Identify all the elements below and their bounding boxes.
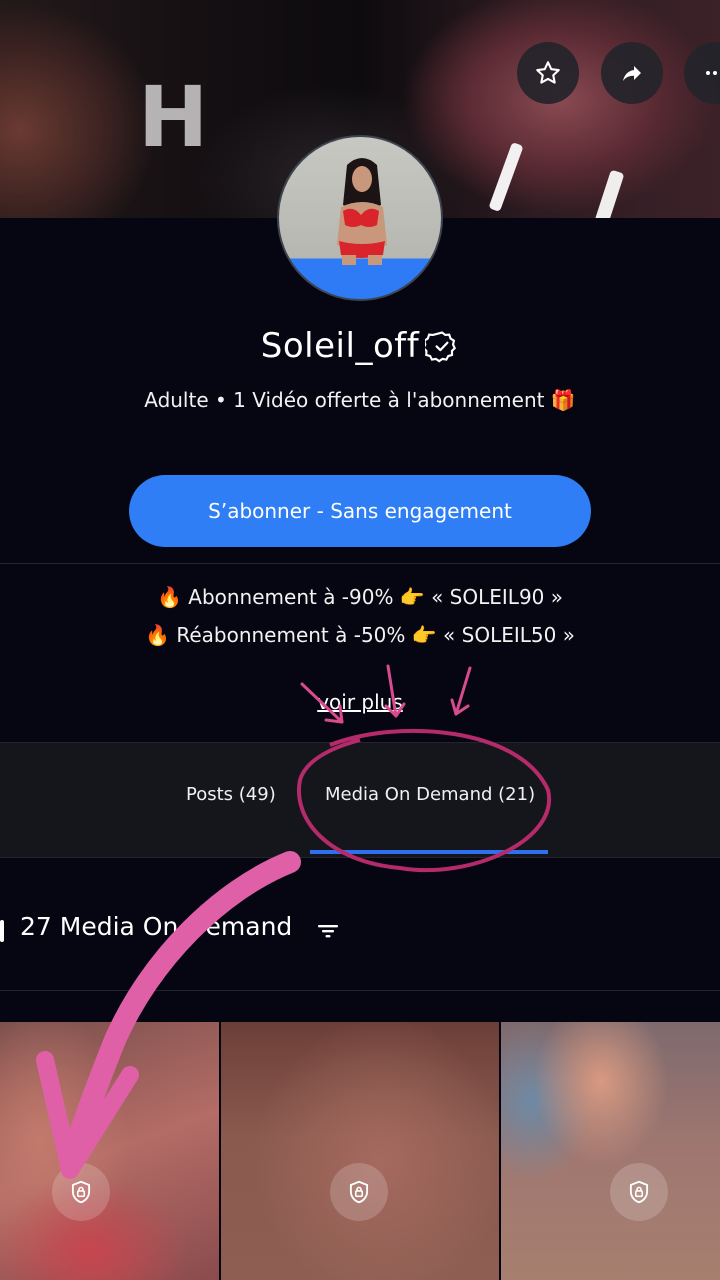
media-thumbnail[interactable]: [501, 1022, 720, 1280]
more-dots-icon: [706, 71, 717, 75]
banner-cigarettes: [489, 143, 624, 218]
media-thumbnail[interactable]: [221, 1022, 499, 1280]
promo-line-1: 🔥 Abonnement à -90% 👉 « SOLEIL90 »: [157, 585, 563, 609]
favorite-button[interactable]: [517, 42, 579, 104]
lock-button: [52, 1163, 110, 1221]
filter-icon[interactable]: [316, 920, 340, 942]
avatar-figure: [337, 158, 387, 265]
lock-button: [330, 1163, 388, 1221]
profile-name: Soleil_off: [260, 326, 420, 366]
lock-shield-icon: [629, 1180, 649, 1204]
media-header-icon: [0, 920, 4, 942]
banner-letter: H: [138, 68, 209, 166]
active-tab-indicator: [310, 850, 548, 854]
tab-posts[interactable]: Posts (49): [186, 784, 276, 805]
profile-avatar[interactable]: [277, 135, 443, 301]
star-icon: [536, 61, 560, 84]
share-arrow-icon: [623, 66, 641, 81]
tab-media-on-demand[interactable]: Media On Demand (21): [325, 784, 535, 805]
subscribe-button[interactable]: S’abonner - Sans engagement: [129, 475, 591, 547]
lock-button: [610, 1163, 668, 1221]
media-thumbnail[interactable]: [0, 1022, 219, 1280]
lock-shield-icon: [349, 1180, 369, 1204]
profile-subtitle: Adulte • 1 Vidéo offerte à l'abonnement …: [144, 388, 576, 412]
divider: [0, 990, 720, 991]
profile-name-row: Soleil_off: [0, 318, 720, 374]
voir-plus-link[interactable]: voir plus: [0, 690, 720, 714]
share-button[interactable]: [601, 42, 663, 104]
promo-line-2: 🔥 Réabonnement à -50% 👉 « SOLEIL50 »: [145, 623, 575, 647]
divider: [0, 563, 720, 564]
lock-shield-icon: [71, 1180, 91, 1204]
verified-badge-icon: [425, 331, 457, 363]
media-count-label: 27 Media On Demand: [20, 912, 293, 941]
